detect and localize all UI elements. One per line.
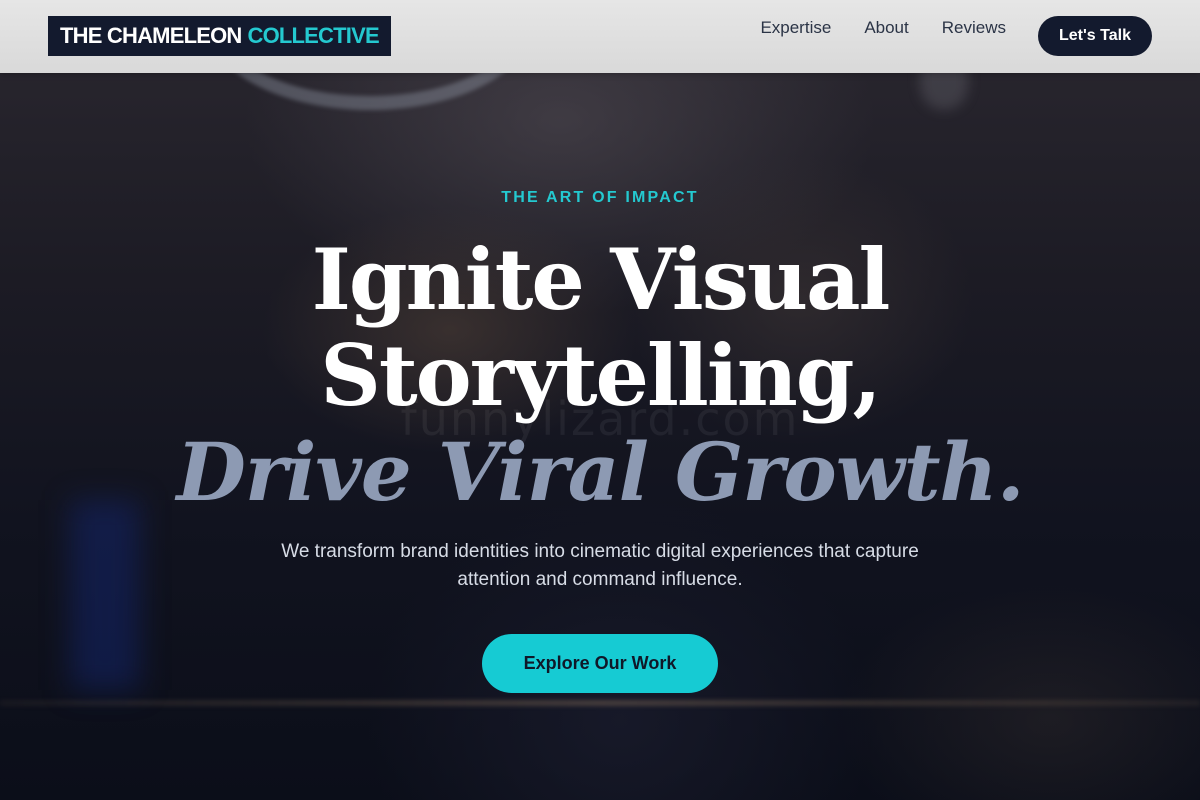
- nav-link-about[interactable]: About: [864, 18, 908, 38]
- brand-logo[interactable]: THE CHAMELEON COLLECTIVE: [48, 16, 391, 56]
- headline-line-2: Storytelling,: [320, 326, 882, 425]
- background-blue-glow: [70, 500, 140, 690]
- explore-our-work-button[interactable]: Explore Our Work: [482, 634, 718, 693]
- nav-link-expertise[interactable]: Expertise: [760, 18, 831, 38]
- logo-accent-text: COLLECTIVE: [247, 23, 380, 48]
- hero-subtext: We transform brand identities into cinem…: [281, 541, 919, 590]
- nav-link-reviews[interactable]: Reviews: [942, 18, 1006, 38]
- hero-eyebrow: THE ART OF IMPACT: [501, 189, 699, 206]
- site-header: THE CHAMELEON COLLECTIVE Expertise About…: [0, 0, 1200, 73]
- hero-headline: Ignite Visual Storytelling, Drive Viral …: [0, 232, 1200, 520]
- logo-main-text: THE CHAMELEON: [60, 23, 242, 48]
- background-table-edge: [0, 700, 1200, 706]
- lets-talk-button[interactable]: Let's Talk: [1038, 16, 1152, 56]
- headline-line-1: Ignite Visual: [311, 230, 891, 329]
- headline-accent: Drive Viral Growth.: [176, 425, 1024, 519]
- main-nav: Expertise About Reviews: [760, 18, 1006, 38]
- page: funnylizard.com THE CHAMELEON COLLECTIVE…: [0, 0, 1200, 800]
